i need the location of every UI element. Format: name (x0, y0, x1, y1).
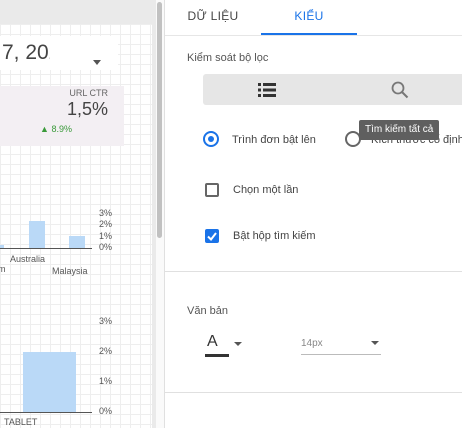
chevron-down-icon (234, 342, 242, 346)
date-range-control[interactable]: 7, 202 (0, 36, 118, 70)
y-tick-label: 2% (99, 219, 113, 230)
scorecard-delta-value: 8.9% (51, 124, 72, 134)
tooltip: Tìm kiếm tất cả (359, 120, 440, 140)
y-tick-label: 1% (99, 230, 113, 241)
tab-style[interactable]: KIỂU (261, 0, 357, 34)
font-color-swatch (205, 354, 229, 357)
font-size-select[interactable]: 14px (301, 332, 381, 355)
date-range-text: 7, 202 (2, 41, 50, 64)
chevron-down-icon (371, 341, 379, 345)
scorecard-value: 1,5% (66, 99, 108, 119)
canvas-scrollbar-thumb[interactable] (157, 2, 162, 238)
font-color-icon: A (207, 333, 218, 350)
scorecard[interactable]: URL CTR 1,5% ▲ 8.9% (0, 86, 124, 146)
tab-data[interactable]: DỮ LIỆU (165, 0, 261, 34)
chevron-down-icon[interactable] (93, 60, 101, 65)
y-tick-label: 3% (99, 208, 113, 218)
filter-control-title: Kiểm soát bộ lọc (187, 52, 269, 64)
radio-popup-menu[interactable] (203, 131, 219, 147)
font-size-value: 14px (301, 338, 323, 349)
text-section-title: Văn bản (187, 305, 228, 317)
check-icon (207, 232, 217, 242)
scorecard-delta: ▲ 8.9% (40, 124, 72, 134)
x-tick-label: TABLET (4, 417, 38, 427)
y-tick-label: 2% (99, 346, 113, 356)
radio-popup-menu-label: Trình đơn bật lên (232, 134, 316, 146)
arrow-up-icon: ▲ (40, 124, 49, 134)
search-box-label: Bật hộp tìm kiếm (233, 230, 316, 242)
y-tick-label: 3% (99, 316, 113, 326)
chart-bar[interactable] (0, 244, 4, 248)
report-canvas: 7, 202 URL CTR 1,5% ▲ 8.9% 3%2%1%0%mAust… (0, 0, 156, 428)
y-tick-label: 1% (99, 376, 113, 386)
search-box-checkbox[interactable] (205, 229, 219, 243)
tab-divider (165, 35, 462, 36)
font-color-button[interactable]: A (205, 333, 242, 359)
x-tick-label: Australia (10, 254, 46, 264)
x-axis-line (0, 248, 92, 249)
chart-bar[interactable] (29, 220, 45, 248)
single-select-checkbox[interactable] (205, 183, 219, 197)
list-icon[interactable] (258, 83, 276, 102)
y-tick-label: 0% (99, 242, 113, 252)
properties-panel: DỮ LIỆU KIỂU Kiểm soát bộ lọc Trình đơn … (164, 0, 462, 428)
single-select-label: Chọn một lần (233, 184, 299, 196)
x-tick-label: Malaysia (52, 266, 88, 276)
section-divider (165, 271, 462, 272)
x-tick-label: m (0, 264, 6, 274)
search-icon[interactable] (391, 81, 409, 104)
filter-mode-segmented (203, 74, 462, 105)
chart-bar[interactable] (69, 235, 85, 248)
report-page: 7, 202 URL CTR 1,5% ▲ 8.9% 3%2%1%0%mAust… (0, 24, 152, 428)
chart-bar[interactable] (23, 352, 76, 412)
scorecard-label: URL CTR (69, 88, 108, 98)
y-tick-label: 0% (99, 406, 113, 416)
section-divider (165, 392, 462, 393)
x-axis-line (0, 412, 92, 413)
